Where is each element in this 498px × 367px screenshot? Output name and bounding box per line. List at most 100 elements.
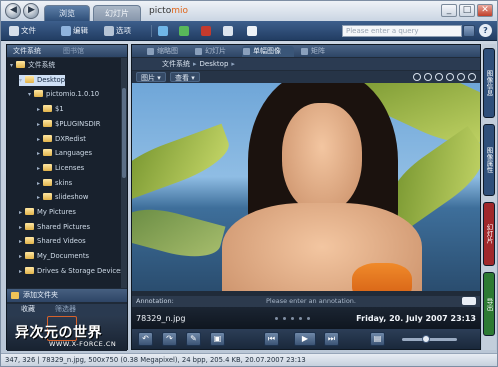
- subject-face: [282, 103, 362, 213]
- folder-icon: [43, 193, 52, 201]
- folder-icon: [43, 134, 52, 142]
- tree-item[interactable]: ▸ My Pictures: [19, 207, 76, 218]
- options-menu-button[interactable]: 选项: [104, 24, 131, 38]
- search-icon[interactable]: [463, 25, 475, 37]
- main-photo[interactable]: [132, 83, 480, 291]
- play-button[interactable]: ▶: [294, 332, 316, 346]
- forward-button[interactable]: ▶: [23, 3, 39, 19]
- annotation-edit-button[interactable]: [462, 297, 476, 305]
- color-button[interactable]: ▣: [210, 332, 225, 346]
- tab-matrix[interactable]: 矩阵: [300, 46, 336, 57]
- tree-item[interactable]: ▸ Licenses: [37, 163, 84, 174]
- tree-item[interactable]: ▾ 文件系统: [10, 60, 55, 71]
- fullscreen-icon[interactable]: [468, 73, 476, 81]
- playback-controls: ↶ ↷ ✎ ▣ ⏮ ▶ ⏭ ▤: [132, 329, 480, 349]
- forward-icon: ▶: [28, 5, 35, 15]
- rotate-left-button[interactable]: ↶: [138, 332, 153, 346]
- tree-item[interactable]: ▸ DXRedist: [37, 134, 86, 145]
- crop-icon[interactable]: [457, 73, 465, 81]
- hand-tool-icon[interactable]: [413, 73, 421, 81]
- move-button[interactable]: [179, 24, 189, 38]
- tab-slides[interactable]: 幻灯片: [194, 46, 236, 57]
- side-tab[interactable]: 幻灯片: [483, 202, 495, 266]
- view-toolbar: 图片 ▾ 查看 ▾: [132, 71, 480, 83]
- next-button[interactable]: ⏭: [324, 332, 339, 346]
- copy-icon: [158, 26, 168, 36]
- rename-button[interactable]: [223, 24, 233, 38]
- tab-browse[interactable]: 浏览: [44, 5, 90, 21]
- copy-button[interactable]: [158, 24, 168, 38]
- folder-tree: ▾ 文件系统 ▾ Desktop ▾ pictomio.1.0.10 ▸ $1 ▸ $PLUGIN…: [7, 58, 121, 288]
- file-date: Friday, 20. July 2007 23:13: [356, 314, 476, 323]
- file-menu-button[interactable]: 文件: [9, 24, 36, 38]
- tab-slideshow[interactable]: 幻灯片: [93, 5, 141, 21]
- file-icon: [9, 26, 19, 36]
- matrix-icon: [301, 48, 308, 55]
- tab-thumbnails[interactable]: 缩略图: [146, 46, 188, 57]
- tree-item[interactable]: ▾ pictomio.1.0.10: [28, 89, 99, 100]
- tab-favorites[interactable]: 收藏: [17, 304, 39, 315]
- tree-item-label: Desktop: [37, 75, 66, 84]
- tree-item[interactable]: ▸ Shared Pictures: [19, 222, 90, 233]
- tree-item-label: My Pictures: [37, 208, 76, 216]
- zoom-out-icon[interactable]: [435, 73, 443, 81]
- tab-single-image[interactable]: 单幅图像: [242, 46, 294, 57]
- tree-item-label: Drives & Storage Devices: [37, 266, 121, 275]
- folder-icon: [25, 75, 34, 83]
- zoom-slider[interactable]: [402, 335, 457, 343]
- folder-add-icon: [11, 292, 19, 299]
- view-menu-button[interactable]: 查看 ▾: [170, 72, 200, 82]
- fit-icon[interactable]: [446, 73, 454, 81]
- scrollbar-thumb[interactable]: [122, 88, 126, 178]
- tree-item[interactable]: ▸ Drives & Storage Devices: [19, 266, 121, 277]
- print-button[interactable]: [247, 24, 257, 38]
- close-button[interactable]: ✕: [477, 4, 493, 17]
- folder-icon: [16, 61, 25, 68]
- favorites-area: 异次元の世界 WWW.X-FORCE.CN: [7, 316, 127, 351]
- add-folder-button[interactable]: 添加文件夹: [7, 289, 127, 302]
- image-menu-button[interactable]: 图片 ▾: [136, 72, 166, 82]
- slides-icon: [195, 48, 202, 55]
- folder-icon: [43, 163, 52, 171]
- rotate-right-button[interactable]: ↷: [162, 332, 177, 346]
- toolbar: 文件 编辑 选项 Please enter a query ?: [1, 21, 497, 41]
- side-tab[interactable]: 导出: [483, 272, 495, 336]
- tree-scrollbar[interactable]: [121, 58, 127, 288]
- tab-filters[interactable]: 筛选器: [51, 304, 80, 315]
- breadcrumb-desktop[interactable]: Desktop: [200, 60, 229, 68]
- app-logo: pictomio: [149, 6, 188, 16]
- annotation-input[interactable]: Please enter an annotation.: [266, 296, 356, 307]
- edit-menu-button[interactable]: 编辑: [61, 24, 88, 38]
- search-input[interactable]: Please enter a query: [342, 25, 462, 37]
- zoom-slider-handle[interactable]: [422, 335, 430, 343]
- minimize-button[interactable]: _: [441, 4, 457, 17]
- zoom-in-icon[interactable]: [424, 73, 432, 81]
- tree-item[interactable]: ▸ skins: [37, 178, 72, 189]
- breadcrumb-root[interactable]: 文件系统: [162, 60, 190, 68]
- tree-item[interactable]: ▸ $1: [37, 104, 64, 115]
- side-tab[interactable]: 图像属性: [483, 124, 495, 196]
- tree-item[interactable]: ▸ My_Documents: [19, 251, 89, 262]
- tree-item[interactable]: ▸ Shared Videos: [19, 236, 86, 247]
- folder-icon: [43, 119, 52, 127]
- tag-button[interactable]: ✎: [186, 332, 201, 346]
- watermark-url: WWW.X-FORCE.CN: [49, 340, 117, 348]
- help-button[interactable]: ?: [479, 24, 492, 37]
- tab-library[interactable]: 图书馆: [59, 46, 88, 57]
- back-button[interactable]: ◀: [5, 3, 21, 19]
- view-mode-tabs: 缩略图 幻灯片 单幅图像 矩阵: [132, 45, 480, 57]
- info-toggle-button[interactable]: ▤: [370, 332, 385, 346]
- tab-file-system[interactable]: 文件系统: [9, 46, 45, 57]
- tree-item[interactable]: ▸ slideshow: [37, 192, 88, 203]
- side-tab[interactable]: 图像信息: [483, 48, 495, 118]
- delete-icon: [201, 26, 211, 36]
- tree-item-label: Languages: [55, 149, 93, 158]
- previous-button[interactable]: ⏮: [264, 332, 279, 346]
- maximize-button[interactable]: □: [459, 4, 475, 17]
- tree-item[interactable]: ▸ $PLUGINSDIR: [37, 119, 100, 130]
- tree-item-label: My_Documents: [37, 252, 90, 261]
- delete-button[interactable]: [201, 24, 211, 38]
- tree-item[interactable]: ▾ Desktop: [19, 74, 66, 86]
- viewer-pane: 缩略图 幻灯片 单幅图像 矩阵 文件系统 ▸ Desktop ▸ 图片 ▾ 查看 ▾: [131, 44, 481, 350]
- tree-item[interactable]: ▸ Languages: [37, 148, 92, 159]
